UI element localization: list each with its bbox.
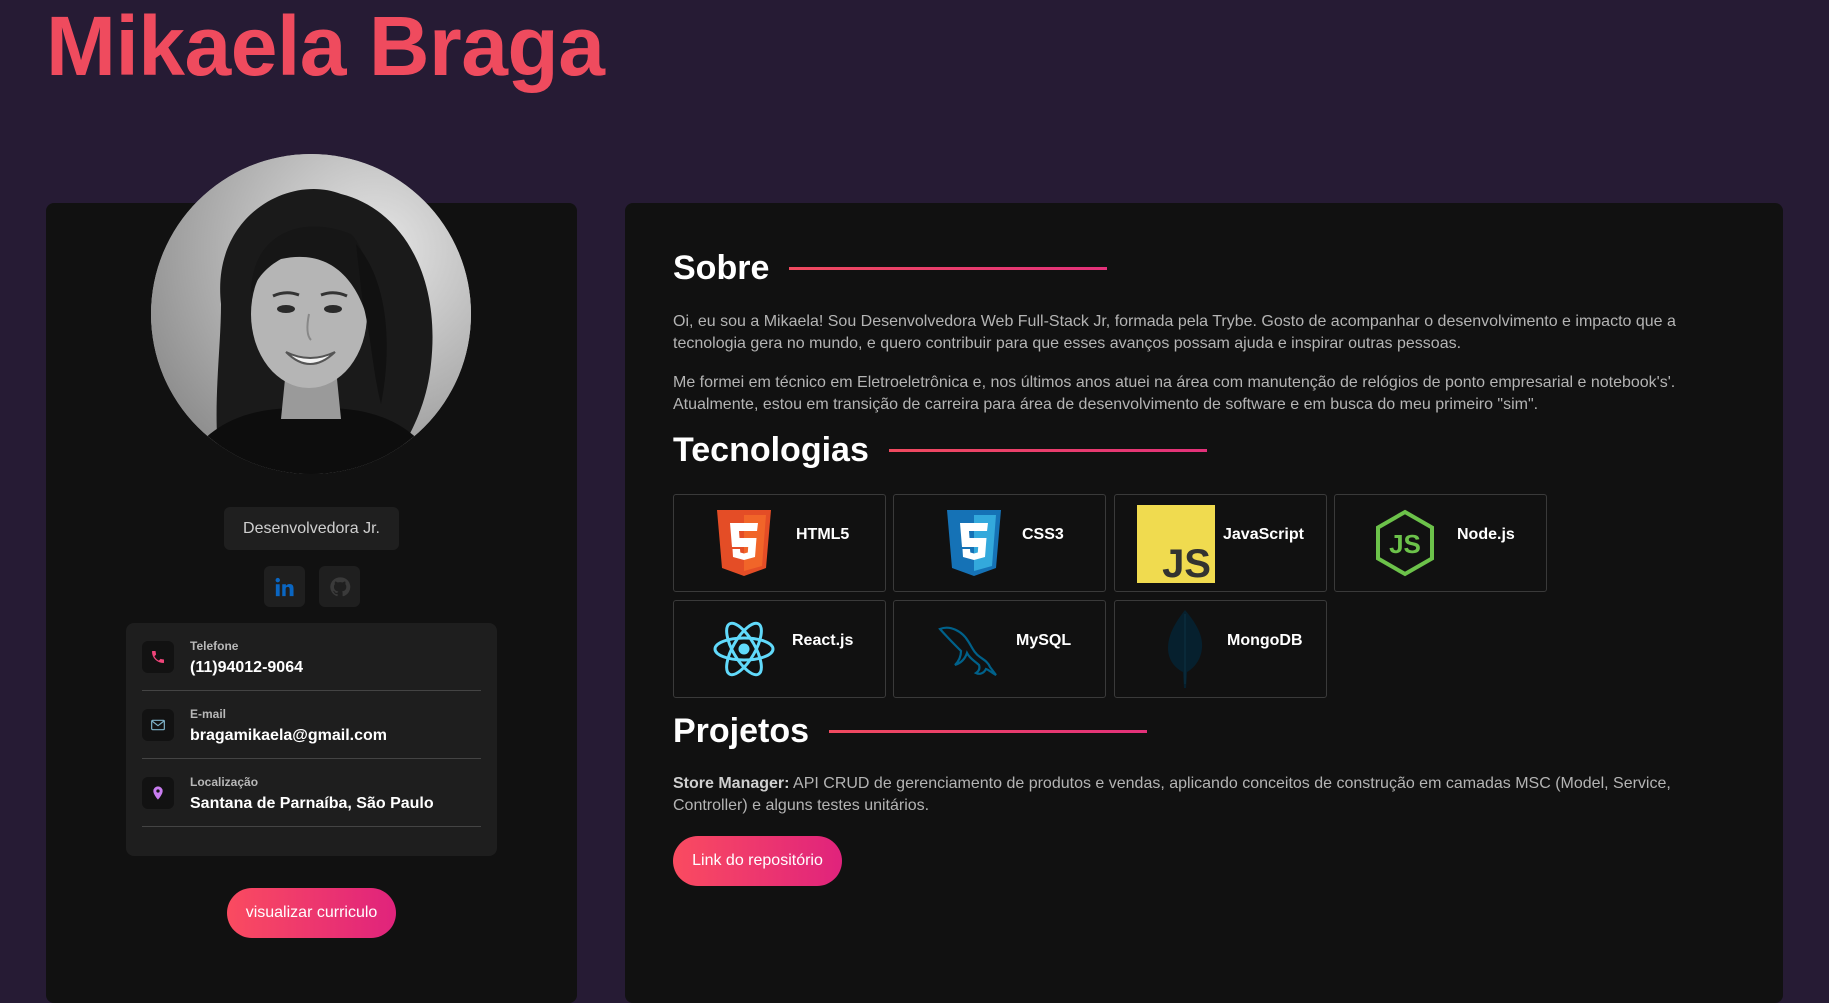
tech-name: Node.js — [1457, 526, 1515, 543]
project-description: Store Manager: API CRUD de gerenciamento… — [673, 773, 1693, 817]
tech-card-react: React.js — [673, 600, 886, 698]
technologies-section-title: Tecnologias — [673, 431, 1207, 470]
repository-link-button[interactable]: Link do repositório — [673, 836, 842, 886]
contact-value: bragamikaela@gmail.com — [190, 727, 388, 744]
technologies-title-text: Tecnologias — [673, 431, 869, 469]
title-underline — [829, 730, 1148, 733]
tech-card-nodejs: JS Node.js — [1334, 494, 1547, 592]
contact-value: (11)94012-9064 — [190, 659, 303, 676]
nodejs-icon: JS — [1376, 509, 1434, 577]
mongodb-leaf-icon — [1168, 610, 1203, 688]
react-icon — [713, 621, 775, 677]
mail-icon — [151, 719, 165, 731]
mysql-dolphin-icon — [938, 626, 997, 676]
tech-card-javascript: JS JavaScript — [1114, 494, 1327, 592]
projects-title-text: Projetos — [673, 712, 810, 750]
contact-row-location: Localização Santana de Parnaíba, São Pau… — [142, 759, 481, 827]
view-resume-button[interactable]: visualizar curriculo — [227, 888, 396, 938]
css3-icon — [947, 510, 1001, 576]
contact-info-box: Telefone (11)94012-9064 E-mail bragamika… — [126, 623, 497, 856]
contact-row-phone: Telefone (11)94012-9064 — [142, 623, 481, 691]
about-title-text: Sobre — [673, 249, 770, 287]
tech-name: MySQL — [1016, 632, 1072, 649]
github-icon — [329, 576, 350, 596]
location-pin-icon — [153, 786, 163, 800]
project-desc-text: API CRUD de gerenciamento de produtos e … — [673, 775, 1671, 814]
contact-label: Telefone — [190, 639, 239, 653]
profile-photo — [151, 154, 471, 474]
about-section-title: Sobre — [673, 249, 1108, 288]
about-paragraph-1: Oi, eu sou a Mikaela! Sou Desenvolvedora… — [673, 313, 1676, 352]
contact-value: Santana de Parnaíba, São Paulo — [190, 795, 434, 812]
contact-label: Localização — [190, 775, 259, 789]
tech-name: CSS3 — [1022, 526, 1064, 543]
role-badge: Desenvolvedora Jr. — [224, 507, 399, 550]
phone-icon — [152, 651, 164, 663]
projects-section-title: Projetos — [673, 712, 1148, 751]
tech-card-mysql: MySQL — [893, 600, 1106, 698]
project-name: Store Manager: — [673, 775, 790, 792]
linkedin-icon — [275, 577, 294, 596]
tech-card-css3: CSS3 — [893, 494, 1106, 592]
svg-text:JS: JS — [1389, 529, 1421, 559]
linkedin-button[interactable] — [264, 566, 305, 607]
tech-card-mongodb: MongoDB — [1114, 600, 1327, 698]
tech-name: MongoDB — [1227, 632, 1303, 649]
about-paragraph-2: Me formei em técnico em Eletroeletrônica… — [673, 374, 1676, 413]
javascript-icon: JS — [1137, 505, 1215, 583]
page-title: Mikaela Braga — [46, 0, 605, 93]
title-underline — [789, 267, 1108, 270]
contact-label: E-mail — [190, 707, 227, 721]
contact-row-email: E-mail bragamikaela@gmail.com — [142, 691, 481, 759]
content-card: Sobre Oi, eu sou a Mikaela! Sou Desenvol… — [625, 203, 1783, 1003]
github-button[interactable] — [319, 566, 360, 607]
title-underline — [888, 449, 1207, 452]
tech-name: JavaScript — [1223, 526, 1304, 543]
tech-name: React.js — [792, 632, 854, 649]
tech-card-html5: HTML5 — [673, 494, 886, 592]
tech-name: HTML5 — [796, 526, 850, 543]
html5-icon — [717, 510, 771, 576]
svg-text:JS: JS — [1162, 542, 1211, 583]
